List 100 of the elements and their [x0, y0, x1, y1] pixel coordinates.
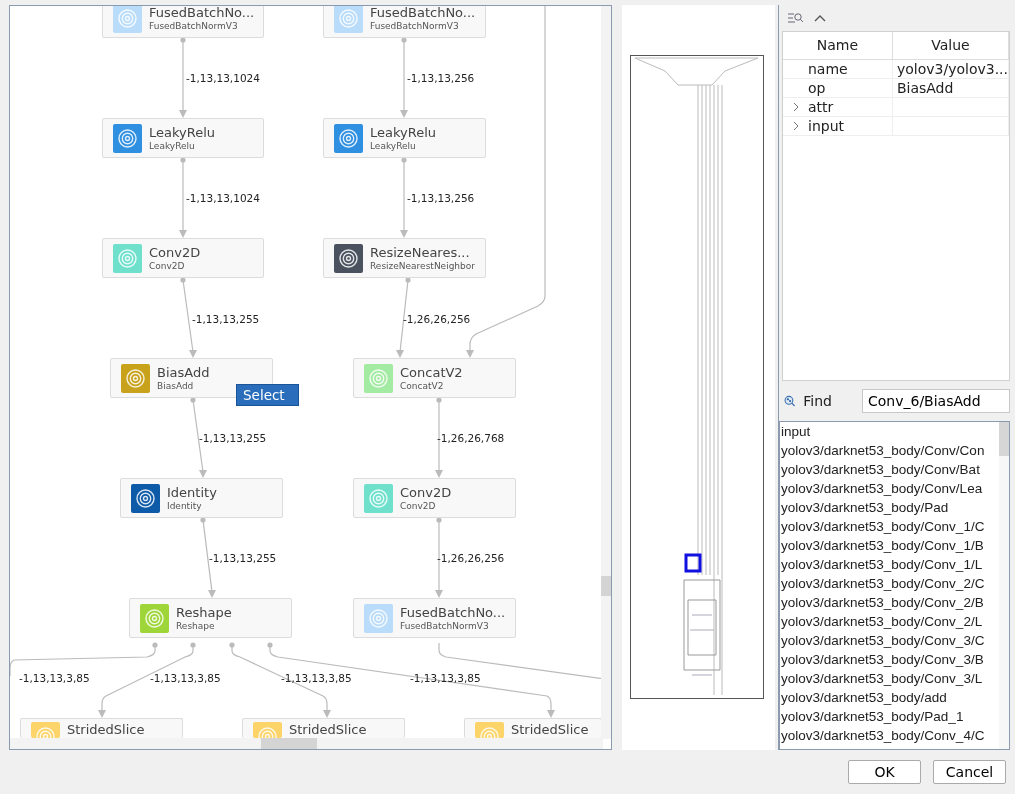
- edge-label: -1,13,13,3,85: [19, 672, 90, 684]
- node-title: StridedSlice: [289, 722, 367, 737]
- edge-label: -1,13,13,3,85: [281, 672, 352, 684]
- find-label: Find: [803, 391, 832, 411]
- node-subtitle: FusedBatchNormV3: [370, 19, 460, 32]
- property-name: op: [808, 78, 826, 97]
- node-icon: [113, 243, 142, 273]
- list-item[interactable]: yolov3/darknet53_body/Conv_3/C: [780, 631, 985, 650]
- menu-item[interactable]: Select: [236, 384, 299, 406]
- find-field[interactable]: Conv_6/BiasAdd: [862, 389, 1010, 413]
- list-item[interactable]: yolov3/darknet53_body/Conv_4/C: [780, 726, 985, 745]
- expand-icon[interactable]: [792, 101, 800, 112]
- list-item[interactable]: yolov3/darknet53_body/Conv_1/L: [780, 555, 983, 574]
- edge-label: -1,13,13,255: [209, 552, 277, 564]
- graph-node[interactable]: Conv2D Conv2D: [353, 478, 516, 518]
- collapse-icon[interactable]: [814, 14, 826, 22]
- node-subtitle: Reshape: [176, 620, 216, 632]
- column-header[interactable]: Name: [783, 32, 893, 59]
- graph-node[interactable]: FusedBatchNo... FusedBatchNormV3: [323, 6, 486, 38]
- minimap-drawing[interactable]: [630, 55, 764, 699]
- graph-node[interactable]: FusedBatchNo... FusedBatchNormV3: [353, 598, 516, 638]
- dialog-button[interactable]: Cancel: [933, 760, 1006, 784]
- graph-node[interactable]: Reshape Reshape: [129, 598, 292, 638]
- edge-label: -1,13,13,256: [407, 192, 475, 204]
- edge-label: -1,13,13,1024: [186, 192, 260, 204]
- node-subtitle: FusedBatchNormV3: [149, 19, 239, 32]
- node-title: LeakyRelu: [370, 124, 437, 140]
- node-subtitle: FusedBatchNormV3: [400, 619, 490, 632]
- graph-node[interactable]: StridedSlice: [242, 718, 405, 738]
- node-icon: [31, 722, 60, 738]
- node-title: ResizeNeares...: [370, 244, 471, 260]
- property-value: yolov3/yolov3...: [896, 60, 1008, 77]
- edge-label: -1,13,13,3,85: [150, 672, 221, 684]
- list-item[interactable]: yolov3/darknet53_body/Conv_2/C: [780, 574, 985, 593]
- dialog-button[interactable]: OK: [848, 760, 921, 784]
- node-icon: [334, 243, 363, 273]
- graph-node[interactable]: Conv2D Conv2D: [102, 238, 264, 278]
- node-title: Reshape: [176, 604, 232, 620]
- graph-node[interactable]: LeakyRelu LeakyRelu: [323, 118, 486, 158]
- list-item[interactable]: yolov3/darknet53_body/Pad_1: [780, 707, 964, 726]
- graph-node[interactable]: StridedSlice: [464, 718, 602, 738]
- expand-icon[interactable]: [792, 120, 800, 131]
- property-name: attr: [808, 97, 834, 116]
- list-item[interactable]: yolov3/darknet53_body/Conv_3/L: [780, 669, 983, 688]
- find-icon: [784, 393, 796, 409]
- graph-node[interactable]: ResizeNeares... ResizeNearestNeighbor: [323, 238, 486, 278]
- edge-label: -1,13,13,3,85: [410, 672, 481, 684]
- node-icon: [253, 722, 282, 738]
- list-item[interactable]: yolov3/darknet53_body/Pad: [780, 498, 949, 517]
- property-value: BiasAdd: [896, 79, 954, 96]
- list-item[interactable]: yolov3/darknet53_body/Conv_2/B: [780, 593, 984, 612]
- node-icon: [334, 6, 363, 33]
- node-title: Conv2D: [149, 244, 201, 260]
- graph-node[interactable]: LeakyRelu LeakyRelu: [102, 118, 264, 158]
- node-title: FusedBatchNo...: [149, 6, 255, 20]
- graph-node[interactable]: FusedBatchNo... FusedBatchNormV3: [102, 6, 264, 38]
- list-item[interactable]: yolov3/darknet53_body/add: [780, 688, 947, 707]
- node-icon: [334, 123, 363, 153]
- node-icon: [364, 363, 393, 393]
- node-icon: [140, 603, 169, 633]
- graph-node[interactable]: ConcatV2 ConcatV2: [353, 358, 516, 398]
- graph-node[interactable]: StridedSlice: [20, 718, 183, 738]
- graph-canvas[interactable]: [9, 5, 612, 750]
- column-header[interactable]: Value: [892, 32, 1009, 59]
- list-item[interactable]: input: [780, 422, 811, 441]
- node-icon: [364, 603, 393, 633]
- node-subtitle: BiasAdd: [157, 379, 195, 392]
- node-title: ConcatV2: [400, 364, 463, 380]
- node-subtitle: Conv2D: [149, 259, 186, 272]
- node-title: FusedBatchNo...: [400, 604, 506, 620]
- edge-label: -1,26,26,768: [437, 432, 505, 444]
- list-item[interactable]: yolov3/darknet53_body/Conv/Lea: [780, 479, 983, 498]
- node-title: Identity: [167, 484, 217, 500]
- list-item[interactable]: yolov3/darknet53_body/Conv/Bat: [780, 460, 980, 479]
- list-item[interactable]: yolov3/darknet53_body/Conv_1/B: [780, 536, 984, 555]
- edge-label: -1,13,13,1024: [186, 72, 260, 84]
- graph-node[interactable]: Identity Identity: [120, 478, 283, 518]
- node-title: StridedSlice: [511, 722, 589, 737]
- node-icon: [121, 363, 150, 393]
- edge-label: -1,13,13,255: [199, 432, 267, 444]
- list-item[interactable]: yolov3/darknet53_body/Conv_1/C: [780, 517, 985, 536]
- list-item[interactable]: yolov3/darknet53_body/Conv/Con: [780, 441, 985, 460]
- list-item[interactable]: yolov3/darknet53_body/Conv_3/B: [780, 650, 984, 669]
- edge-label: -1,26,26,256: [403, 313, 471, 325]
- edge-label: -1,13,13,256: [407, 72, 475, 84]
- node-subtitle: ConcatV2: [400, 379, 445, 392]
- node-icon: [113, 123, 142, 153]
- node-subtitle: ResizeNearestNeighbor: [370, 259, 475, 272]
- search-list-icon[interactable]: [788, 12, 804, 24]
- list-item[interactable]: yolov3/darknet53_body/Conv_2/L: [780, 612, 983, 631]
- node-title: LeakyRelu: [149, 124, 216, 140]
- property-name: input: [808, 116, 844, 135]
- node-subtitle: Conv2D: [400, 499, 437, 512]
- node-title: FusedBatchNo...: [370, 6, 476, 20]
- node-icon: [475, 722, 504, 738]
- property-name: name: [808, 59, 848, 78]
- node-subtitle: LeakyRelu: [370, 140, 417, 152]
- node-title: BiasAdd: [157, 364, 210, 380]
- node-subtitle: LeakyRelu: [149, 140, 196, 152]
- node-title: Conv2D: [400, 484, 452, 500]
